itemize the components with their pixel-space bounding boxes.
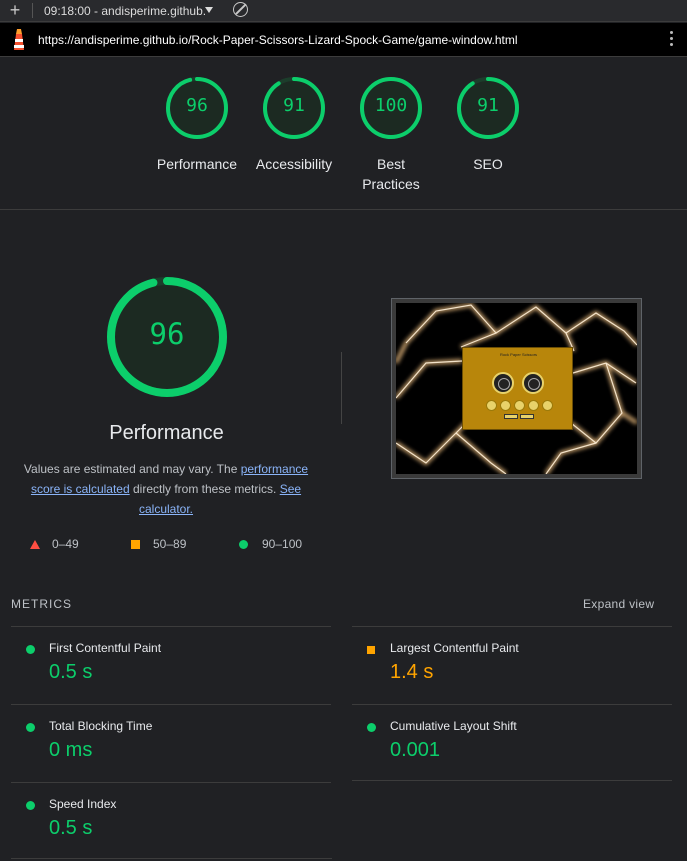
legend-pass: 90–100 — [239, 537, 302, 551]
average-square-icon — [367, 646, 375, 654]
chevron-down-icon[interactable] — [205, 7, 213, 13]
gauge-score: 91 — [283, 95, 305, 116]
metric-name: Speed Index — [49, 797, 117, 811]
report-url[interactable]: https://andisperime.github.io/Rock-Paper… — [38, 33, 518, 47]
performance-score: 96 — [149, 317, 185, 351]
computer-choice-icon — [522, 372, 544, 394]
metric-value: 0.001 — [390, 739, 441, 761]
gauge-score: 96 — [186, 95, 208, 116]
desc-text: directly from these metrics. — [129, 482, 280, 496]
metric-value: 1.4 s — [390, 661, 434, 683]
section-divider — [341, 352, 342, 424]
desc-text: Values are estimated and may vary. The — [23, 462, 241, 476]
metric-speed-index: Speed Index 0.5 s — [11, 782, 331, 860]
metric-first-contentful-paint: First Contentful Paint 0.5 s — [11, 626, 331, 704]
pass-dot-icon — [26, 723, 35, 732]
gauge-score: 91 — [477, 95, 499, 116]
final-screenshot[interactable]: Rock Paper Scissors — [391, 298, 642, 479]
clear-icon[interactable] — [233, 2, 248, 17]
spock-choice-icon — [542, 400, 553, 411]
metric-divider — [352, 780, 672, 781]
metric-value: 0.5 s — [49, 817, 93, 839]
gauge-label: SEO — [473, 156, 503, 172]
paper-choice-icon — [500, 400, 511, 411]
score-gauge-accessibility[interactable]: 91 Accessibility — [244, 75, 344, 174]
score-summary: 96 Performance 91 Accessibility 100 Best… — [0, 57, 687, 210]
game-title: Rock Paper Scissors — [499, 352, 538, 357]
metric-largest-contentful-paint: Largest Contentful Paint 1.4 s — [352, 626, 672, 704]
mini-button — [504, 414, 518, 419]
legend-range: 50–89 — [153, 537, 187, 551]
metric-name: Largest Contentful Paint — [390, 641, 519, 655]
metrics-heading: METRICS — [11, 597, 72, 611]
legend-fail: 0–49 — [30, 537, 79, 551]
metric-name: Total Blocking Time — [49, 719, 153, 733]
mini-button — [520, 414, 534, 419]
gauge-label: Best Practices — [362, 156, 420, 192]
plus-icon[interactable]: + — [6, 1, 24, 19]
gauge-label: Performance — [156, 156, 238, 172]
legend-average: 50–89 — [131, 537, 186, 551]
circle-green-icon — [239, 540, 248, 550]
more-vert-icon[interactable] — [670, 31, 674, 49]
legend-range: 90–100 — [262, 537, 303, 551]
metric-divider — [11, 858, 332, 859]
devtools-toolbar: + 09:18:00 - andisperime.github. — [0, 0, 687, 22]
metric-value: 0.5 s — [49, 661, 93, 683]
metric-name: Cumulative Layout Shift — [390, 719, 517, 733]
score-gauge-performance[interactable]: 96 Performance — [147, 75, 247, 174]
gauge-score: 100 — [374, 95, 408, 116]
lizard-choice-icon — [528, 400, 539, 411]
metric-value: 0 ms — [49, 739, 93, 761]
metric-total-blocking-time: Total Blocking Time 0 ms — [11, 704, 331, 782]
toolbar-divider — [32, 3, 33, 18]
score-gauge-seo[interactable]: 91 SEO — [438, 75, 538, 174]
square-orange-icon — [131, 540, 140, 550]
player-choice-icon — [492, 372, 514, 394]
metric-cumulative-layout-shift: Cumulative Layout Shift 0.001 — [352, 704, 672, 782]
expand-view-button[interactable]: Expand view — [583, 597, 654, 611]
metric-name: First Contentful Paint — [49, 641, 162, 655]
performance-description: Values are estimated and may vary. The p… — [18, 459, 314, 519]
report-url-bar: https://andisperime.github.io/Rock-Paper… — [0, 23, 687, 57]
rock-choice-icon — [486, 400, 497, 411]
gauge-label: Accessibility — [255, 156, 333, 172]
pass-dot-icon — [26, 801, 35, 810]
pass-dot-icon — [26, 645, 35, 654]
game-panel: Rock Paper Scissors — [462, 347, 573, 430]
lighthouse-logo-icon — [14, 29, 24, 50]
performance-title: Performance — [109, 422, 224, 444]
screenshot-image: Rock Paper Scissors — [396, 303, 637, 474]
scissors-choice-icon — [514, 400, 525, 411]
report-session-select[interactable]: 09:18:00 - andisperime.github. — [44, 4, 206, 18]
legend-range: 0–49 — [52, 537, 79, 551]
triangle-red-icon — [30, 540, 40, 550]
score-legend: 0–49 50–89 90–100 — [30, 537, 330, 551]
score-gauge-best-practices[interactable]: 100 Best Practices — [341, 75, 441, 194]
pass-dot-icon — [367, 723, 376, 732]
